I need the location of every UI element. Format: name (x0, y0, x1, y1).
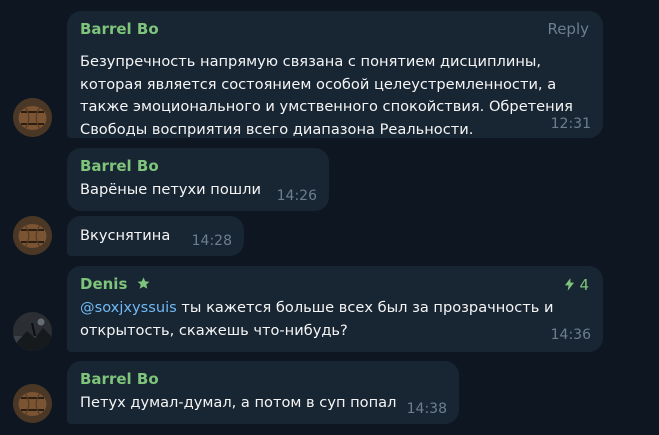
message-text: Вкуснятина (80, 227, 171, 244)
author-name[interactable]: Barrel Bo (80, 370, 159, 388)
message-bubble-2[interactable]: Barrel Bo Варёные петухи пошли 14:26 (67, 148, 329, 211)
message-bubble-4[interactable]: Denis 4 @soxjxyssuis ты кажется больше в… (67, 266, 603, 352)
message-time: 14:38 (406, 401, 447, 417)
message-text: @soxjxyssuis ты кажется больше всех был … (80, 299, 554, 339)
author-name[interactable]: Barrel Bo (80, 20, 159, 38)
barrel-avatar (13, 216, 52, 255)
user-photo-avatar (13, 312, 52, 351)
reply-button[interactable]: Reply (547, 20, 589, 38)
message-text: Безупречность напрямую связана с понятие… (80, 53, 573, 138)
boost-badge: 4 (564, 276, 589, 294)
barrel-avatar (13, 98, 52, 137)
message-time: 12:31 (550, 116, 591, 132)
message-text: Варёные петухи пошли (80, 181, 261, 198)
message-text: Петух думал-думал, а потом в суп попал (80, 394, 397, 411)
admin-star-icon (137, 277, 150, 289)
avatar[interactable] (13, 216, 52, 255)
message-time: 14:26 (276, 188, 317, 204)
message-bubble-5[interactable]: Barrel Bo Петух думал-думал, а потом в с… (67, 361, 459, 424)
avatar[interactable] (13, 312, 52, 351)
message-time: 14:36 (550, 327, 591, 343)
boost-icon (564, 278, 574, 291)
avatar[interactable] (13, 98, 52, 137)
message-bubble-1[interactable]: Barrel Bo Reply Безупречность напрямую с… (67, 11, 603, 138)
message-bubble-3[interactable]: Вкуснятина 14:28 (67, 216, 244, 256)
avatar[interactable] (13, 384, 52, 423)
author-name[interactable]: Denis (80, 275, 151, 293)
message-time: 14:28 (191, 233, 232, 249)
author-name[interactable]: Barrel Bo (80, 157, 159, 175)
barrel-avatar (13, 384, 52, 423)
user-mention-link[interactable]: @soxjxyssuis (80, 299, 177, 316)
